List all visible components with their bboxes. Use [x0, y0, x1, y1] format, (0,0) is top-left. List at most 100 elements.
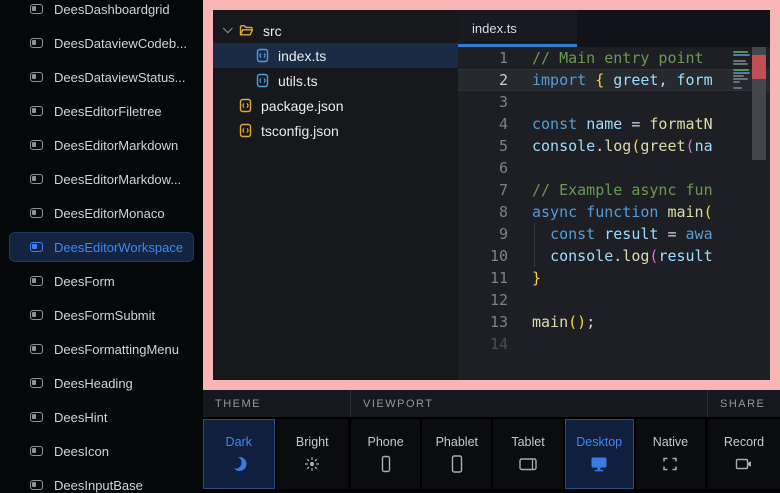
- code-text: main();: [532, 311, 595, 333]
- line-number: 13: [458, 311, 508, 333]
- tablet-button[interactable]: Tablet: [493, 419, 562, 489]
- sidebar-item-deeshint[interactable]: DeesHint: [0, 400, 203, 434]
- code-text: const result = awa: [532, 223, 713, 245]
- sidebar-item-deesdataviewstatus[interactable]: DeesDataviewStatus...: [0, 60, 203, 94]
- tree-file-package.json[interactable]: package.json: [213, 93, 458, 118]
- scrollbar-track[interactable]: [752, 47, 766, 160]
- line-number: 4: [458, 113, 508, 135]
- sidebar-item-deeseditorworkspace[interactable]: DeesEditorWorkspace: [0, 230, 203, 264]
- tab-label: index.ts: [472, 21, 517, 36]
- component-window-icon: [30, 310, 43, 320]
- ts-file-icon: [256, 48, 269, 63]
- sidebar-item-deesdataviewcodeb[interactable]: DeesDataviewCodeb...: [0, 26, 203, 60]
- indent-guide: [534, 223, 535, 267]
- component-window-icon: [30, 174, 43, 184]
- line-number: 1: [458, 47, 508, 69]
- bright-button[interactable]: Bright: [277, 419, 349, 489]
- minimap-line: [733, 72, 750, 74]
- code-text: console.log(result: [532, 245, 713, 267]
- sidebar-item-deeseditormarkdown[interactable]: DeesEditorMarkdown: [0, 128, 203, 162]
- code-line-6: 6: [458, 157, 770, 179]
- code-line-8: 8 async function main(: [458, 201, 770, 223]
- sidebar-item-label: DeesEditorMonaco: [54, 206, 165, 221]
- sidebar-item-deesdashboardgrid[interactable]: DeesDashboardgrid: [0, 0, 203, 26]
- demo-frame: src index.ts utils.ts package.json tscon…: [203, 0, 780, 390]
- code-line-1: 1// Main entry point: [458, 47, 770, 69]
- ts-file-icon: [256, 73, 269, 88]
- sidebar-item-deesinputbase[interactable]: DeesInputBase: [0, 468, 203, 493]
- phablet-icon: [447, 455, 467, 473]
- minimap[interactable]: [733, 51, 751, 90]
- minimap-line: [733, 81, 740, 83]
- sidebar-item-deesform[interactable]: DeesForm: [0, 264, 203, 298]
- sidebar-item-deesformattingmenu[interactable]: DeesFormattingMenu: [0, 332, 203, 366]
- button-label: Tablet: [511, 435, 544, 449]
- moon-icon: [229, 455, 249, 473]
- minimap-line: [733, 63, 748, 65]
- minimap-line: [733, 87, 742, 89]
- dark-button[interactable]: Dark: [203, 419, 275, 489]
- tab-index-ts[interactable]: index.ts: [458, 10, 577, 47]
- sidebar-item-deeseditormarkdow[interactable]: DeesEditorMarkdow...: [0, 162, 203, 196]
- tree-folder-src[interactable]: src: [213, 18, 458, 43]
- minimap-line: [733, 75, 744, 77]
- sidebar-item-deeseditormonaco[interactable]: DeesEditorMonaco: [0, 196, 203, 230]
- sidebar-item-deesformsubmit[interactable]: DeesFormSubmit: [0, 298, 203, 332]
- line-number: 8: [458, 201, 508, 223]
- sidebar-item-label: DeesFormSubmit: [54, 308, 155, 323]
- phablet-button[interactable]: Phablet: [422, 419, 491, 489]
- button-label: Record: [724, 435, 764, 449]
- sidebar-item-label: DeesDashboardgrid: [54, 2, 170, 17]
- folder-name: src: [263, 23, 282, 39]
- sidebar-item-deesicon[interactable]: DeesIcon: [0, 434, 203, 468]
- section-header-share: SHARE: [708, 390, 780, 417]
- component-window-icon: [30, 344, 43, 354]
- native-button[interactable]: Native: [636, 419, 705, 489]
- minimap-line: [733, 60, 746, 62]
- code-text: import { greet, form: [532, 69, 713, 91]
- minimap-line: [733, 78, 748, 80]
- open-folder-icon: [239, 24, 254, 37]
- sidebar-item-label: DeesFormattingMenu: [54, 342, 179, 357]
- desktop-button[interactable]: Desktop: [565, 419, 634, 489]
- line-number: 14: [458, 333, 508, 355]
- code-area[interactable]: 1// Main entry point2import { greet, for…: [458, 47, 770, 380]
- properties-toolbar: THEMEDarkBrightVIEWPORTPhonePhablet Table…: [203, 390, 780, 493]
- line-number: 12: [458, 289, 508, 311]
- component-list: DeesDashboardgridDeesDataviewCodeb...Dee…: [0, 0, 203, 493]
- code-line-2: 2import { greet, form: [458, 69, 770, 91]
- code-line-12: 12: [458, 289, 770, 311]
- code-text: }: [532, 267, 541, 289]
- section-header-theme: THEME: [203, 390, 351, 417]
- component-window-icon: [30, 446, 43, 456]
- line-number: 9: [458, 223, 508, 245]
- code-text: async function main(: [532, 201, 713, 223]
- sidebar-item-label: DeesHint: [54, 410, 107, 425]
- component-window-icon: [30, 242, 43, 252]
- code-line-4: 4const name = formatN: [458, 113, 770, 135]
- code-line-9: 9 const result = awa: [458, 223, 770, 245]
- line-number: 10: [458, 245, 508, 267]
- component-window-icon: [30, 208, 43, 218]
- sidebar-item-deeseditorfiletree[interactable]: DeesEditorFiletree: [0, 94, 203, 128]
- record-button[interactable]: Record: [708, 419, 780, 489]
- phone-button[interactable]: Phone: [351, 419, 420, 489]
- sidebar-item-label: DeesInputBase: [54, 478, 143, 493]
- component-window-icon: [30, 378, 43, 388]
- tree-file-utils.ts[interactable]: utils.ts: [213, 68, 458, 93]
- chevron-down-icon: [223, 23, 233, 33]
- sidebar-item-deesheading[interactable]: DeesHeading: [0, 366, 203, 400]
- line-number: 3: [458, 91, 508, 113]
- tree-file-tsconfig.json[interactable]: tsconfig.json: [213, 118, 458, 143]
- sidebar-item-label: DeesEditorWorkspace: [54, 240, 183, 255]
- component-window-icon: [30, 72, 43, 82]
- code-line-3: 3: [458, 91, 770, 113]
- tree-file-index.ts[interactable]: index.ts: [213, 43, 458, 68]
- file-tree: src index.ts utils.ts package.json tscon…: [213, 10, 458, 380]
- toolbar-section-theme: THEMEDarkBright: [203, 390, 351, 493]
- scrollbar-marker: [752, 55, 766, 79]
- section-header-viewport: VIEWPORT: [351, 390, 708, 417]
- desktop-icon: [589, 455, 609, 473]
- file-name: index.ts: [278, 48, 326, 64]
- code-line-5: 5console.log(greet(na: [458, 135, 770, 157]
